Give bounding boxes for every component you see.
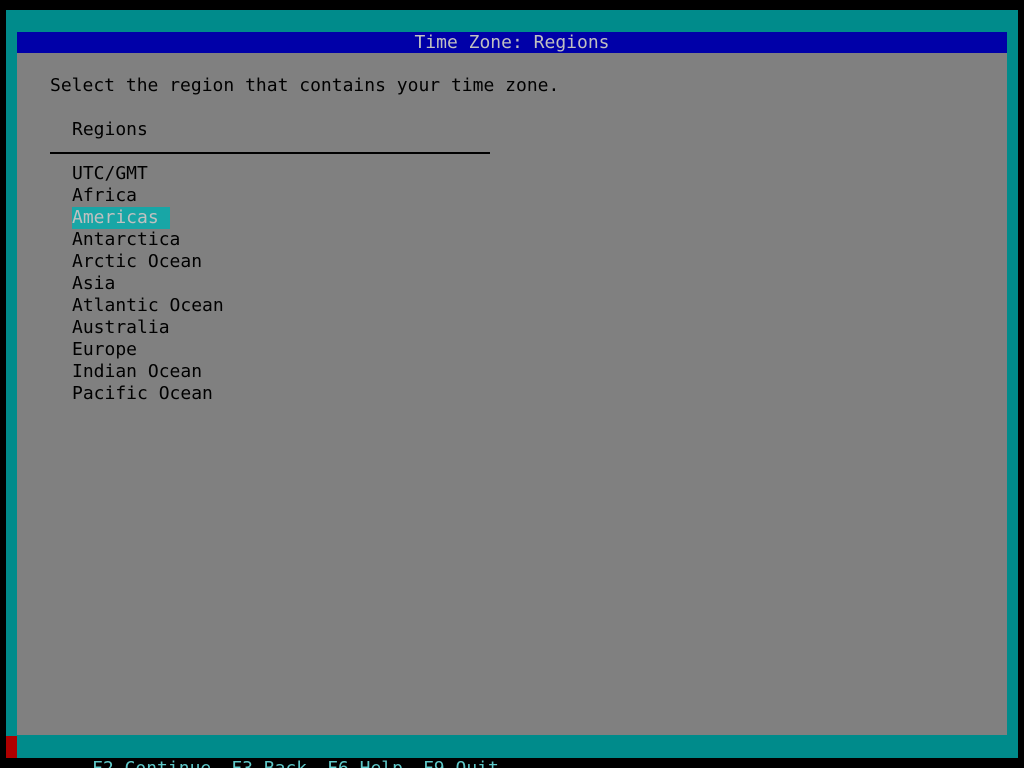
f3-back-key[interactable]: F3_Back (231, 758, 307, 768)
region-item-africa[interactable]: Africa (72, 185, 224, 207)
instruction-text: Select the region that contains your tim… (50, 75, 560, 96)
regions-list-header: Regions (72, 119, 148, 140)
region-label: Atlantic Ocean (72, 295, 224, 316)
region-item-indian-ocean[interactable]: Indian Ocean (72, 361, 224, 383)
region-item-arctic-ocean[interactable]: Arctic Ocean (72, 251, 224, 273)
list-header-divider (50, 152, 490, 154)
region-label: Africa (72, 185, 138, 206)
region-label: Australia (72, 317, 170, 338)
region-label: Antarctica (72, 229, 181, 250)
region-label: Asia (72, 273, 116, 294)
region-label: Pacific Ocean (72, 383, 213, 404)
function-key-bar: F2_Continue F3_Back F6_Help F9_Quit (6, 736, 1018, 768)
window-title: Time Zone: Regions (17, 32, 1007, 53)
region-label: Indian Ocean (72, 361, 203, 382)
f2-continue-key[interactable]: F2_Continue (92, 758, 211, 768)
f6-help-key[interactable]: F6_Help (327, 758, 403, 768)
region-item-europe[interactable]: Europe (72, 339, 224, 361)
status-marker (6, 736, 17, 758)
installer-screen: Time Zone: Regions Select the region tha… (6, 10, 1018, 768)
region-label: Americas (72, 207, 170, 229)
function-key-list: F2_Continue F3_Back F6_Help F9_Quit (27, 736, 519, 768)
region-list: UTC/GMT Africa Americas Antarctica Arcti… (72, 163, 224, 405)
region-item-utc-gmt[interactable]: UTC/GMT (72, 163, 224, 185)
region-item-pacific-ocean[interactable]: Pacific Ocean (72, 383, 224, 405)
region-item-atlantic-ocean[interactable]: Atlantic Ocean (72, 295, 224, 317)
region-label: Arctic Ocean (72, 251, 203, 272)
region-label: Europe (72, 339, 138, 360)
region-item-antarctica[interactable]: Antarctica (72, 229, 224, 251)
region-label: UTC/GMT (72, 163, 148, 184)
f9-quit-key[interactable]: F9_Quit (423, 758, 499, 768)
region-item-americas[interactable]: Americas (72, 207, 224, 229)
region-item-asia[interactable]: Asia (72, 273, 224, 295)
region-item-australia[interactable]: Australia (72, 317, 224, 339)
time-zone-window: Time Zone: Regions Select the region tha… (17, 32, 1007, 735)
